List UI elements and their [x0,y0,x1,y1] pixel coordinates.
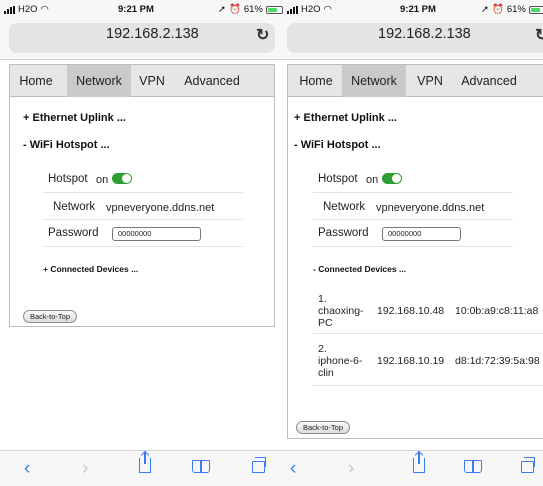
reload-icon[interactable]: ↻ [256,25,269,45]
tab-bar: Home Network VPN Advanced [288,65,543,97]
status-bar: H2O ◠ 9:21 PM ➚ ⏰ 61% [0,0,284,19]
location-icon: ➚ [218,4,226,15]
reload-icon[interactable]: ↻ [535,25,543,45]
wifi-icon: ◠ [40,4,49,15]
device-ip: 192.168.10.48 [377,305,445,317]
status-time: 9:21 PM [118,4,154,15]
status-left: H2O ◠ [287,4,332,15]
device-name: 2. iphone-6- clin [318,343,362,379]
network-label: Network [323,201,366,213]
back-to-top-button[interactable]: Back-to-Top [23,310,78,323]
router-page-frame: Home Network VPN Advanced + Ethernet Upl… [9,64,275,327]
wifi-hotspot-toggle[interactable]: - WiFi Hotspot ... [23,139,110,151]
network-value: vpneveryone.ddns.net [106,202,215,214]
alarm-icon: ⏰ [228,4,241,15]
safari-toolbar: ‹ › [0,450,284,486]
carrier-label: H2O [18,4,38,15]
address-row: 192.168.2.138 ↻ [284,19,543,60]
signal-icon [287,5,298,14]
hotspot-state: on [366,174,379,186]
connected-devices-toggle[interactable]: - Connected Devices ... [313,264,406,274]
back-icon[interactable]: ‹ [24,458,30,480]
hotspot-switch[interactable] [382,173,402,184]
device-name: 1. chaoxing- PC [318,293,364,329]
hotspot-label: Hotspot [48,173,88,185]
divider [43,192,243,193]
location-icon: ➚ [481,4,489,15]
bookmarks-icon[interactable] [464,460,482,473]
device-index: 2. [318,343,327,355]
divider [313,219,513,220]
device-index: 1. [318,293,327,305]
back-icon[interactable]: ‹ [290,458,296,480]
tab-advanced[interactable]: Advanced [453,65,525,97]
status-right: ➚ ⏰ 61% [218,4,283,15]
tab-vpn[interactable]: VPN [412,65,448,97]
ethernet-uplink-toggle[interactable]: + Ethernet Uplink ... [294,112,397,124]
signal-icon [4,5,15,14]
hotspot-switch[interactable] [112,173,132,184]
tab-advanced[interactable]: Advanced [176,65,248,97]
divider [313,246,513,247]
url-text[interactable]: 192.168.2.138 [378,26,471,42]
divider [313,385,543,386]
router-page-frame: Home Network VPN Advanced + Ethernet Upl… [287,64,543,439]
device-name-line: clin [318,367,334,379]
hotspot-label: Hotspot [318,173,358,185]
left-screen: H2O ◠ 9:21 PM ➚ ⏰ 61% 192.168.2.138 ↻ Ho… [0,0,284,486]
password-input[interactable]: 00000000 [112,227,201,241]
tab-network[interactable]: Network [67,65,131,97]
share-icon[interactable] [139,452,151,473]
tab-network[interactable]: Network [342,65,406,97]
tab-vpn[interactable]: VPN [134,65,170,97]
back-to-top-button[interactable]: Back-to-Top [296,421,351,434]
forward-icon[interactable]: › [82,458,88,480]
forward-icon[interactable]: › [348,458,354,480]
tab-bar: Home Network VPN Advanced [10,65,274,97]
tab-home[interactable]: Home [296,65,336,97]
status-time: 9:21 PM [400,4,436,15]
battery-percent: 61% [506,4,526,15]
hotspot-state: on [96,174,109,186]
status-bar: H2O ◠ 9:21 PM ➚ ⏰ 61% [284,0,543,19]
device-mac: 10:0b:a9:c8:11:a8 [455,305,539,317]
connected-devices-toggle[interactable]: + Connected Devices ... [43,264,138,274]
device-name-line: iphone-6- [318,355,363,367]
device-mac: d8:1d:72:39:5a:98 [455,355,540,367]
divider [313,192,513,193]
right-screen: H2O ◠ 9:21 PM ➚ ⏰ 61% 192.168.2.138 ↻ Ho… [284,0,543,486]
password-label: Password [48,227,99,239]
wifi-icon: ◠ [323,4,332,15]
battery-percent: 61% [243,4,263,15]
tabs-icon[interactable] [521,457,535,473]
ethernet-uplink-toggle[interactable]: + Ethernet Uplink ... [23,112,126,124]
network-label: Network [53,201,96,213]
url-text[interactable]: 192.168.2.138 [106,26,199,42]
divider [43,246,243,247]
divider [43,219,243,220]
wifi-hotspot-toggle[interactable]: - WiFi Hotspot ... [294,139,381,151]
battery-icon [528,5,543,14]
address-row: 192.168.2.138 ↻ [0,19,284,60]
safari-toolbar: ‹ › [284,450,543,486]
status-left: H2O ◠ [4,4,49,15]
tab-home[interactable]: Home [16,65,56,97]
device-name-line: PC [318,317,333,329]
divider [313,333,543,334]
bookmarks-icon[interactable] [192,460,210,473]
carrier-label: H2O [301,4,321,15]
share-icon[interactable] [413,452,425,473]
password-input[interactable]: 00000000 [382,227,461,241]
device-ip: 192.168.10.19 [377,355,445,367]
battery-icon [265,5,283,14]
device-name-line: chaoxing- [318,305,364,317]
password-label: Password [318,227,369,239]
alarm-icon: ⏰ [491,4,504,15]
network-value: vpneveryone.ddns.net [376,202,485,214]
status-right: ➚ ⏰ 61% [481,4,543,15]
tabs-icon[interactable] [252,457,266,473]
